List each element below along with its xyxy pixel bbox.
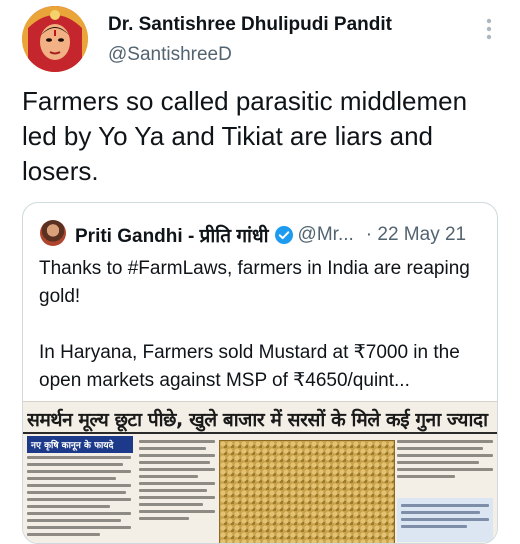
column-tag: नए कृषि कानून के फायदे [27, 436, 133, 453]
column-text-lines [27, 456, 131, 540]
quoted-display-name[interactable]: Priti Gandhi - प्रीति गांधी [75, 222, 269, 248]
quoted-date[interactable]: · 22 May 21 [366, 224, 466, 246]
avatar-image [22, 6, 88, 72]
newspaper-clipping-image[interactable]: समर्थन मूल्य छूटा पीछे, खुले बाजार में स… [23, 401, 497, 543]
newspaper-headline: समर्थन मूल्य छूटा पीछे, खुले बाजार में स… [27, 409, 493, 431]
headline-rule [23, 432, 497, 434]
quoted-tweet-header: Priti Gandhi - प्रीति गांधी @Mr... · 22 … [75, 222, 466, 248]
quoted-paragraph-1: Thanks to #FarmLaws, farmers in India ar… [39, 258, 470, 307]
newspaper-middle-column [139, 440, 215, 524]
newspaper-left-column: नए कृषि कानून के फायदे [27, 436, 133, 543]
more-options-button[interactable] [486, 18, 492, 40]
tweet-text: Farmers so called parasitic middlemen le… [22, 86, 468, 186]
mustard-seeds-photo [219, 440, 395, 543]
author-display-name[interactable]: Dr. Santishree Dhulipudi Pandit [108, 14, 392, 36]
author-handle[interactable]: @SantishreeD [108, 44, 232, 66]
avatar[interactable] [22, 6, 88, 72]
quoted-tweet-text: Thanks to #FarmLaws, farmers in India ar… [39, 255, 489, 395]
verified-badge-icon [274, 226, 293, 244]
quoted-tweet-card[interactable]: Priti Gandhi - प्रीति गांधी @Mr... · 22 … [22, 202, 498, 544]
quoted-avatar[interactable] [40, 220, 66, 246]
newspaper-right-column [397, 440, 493, 482]
newspaper-highlight-box [397, 498, 493, 542]
quoted-handle[interactable]: @Mr... [298, 224, 354, 246]
more-vertical-icon [486, 18, 492, 40]
quoted-paragraph-2: In Haryana, Farmers sold Mustard at ₹700… [39, 342, 460, 391]
